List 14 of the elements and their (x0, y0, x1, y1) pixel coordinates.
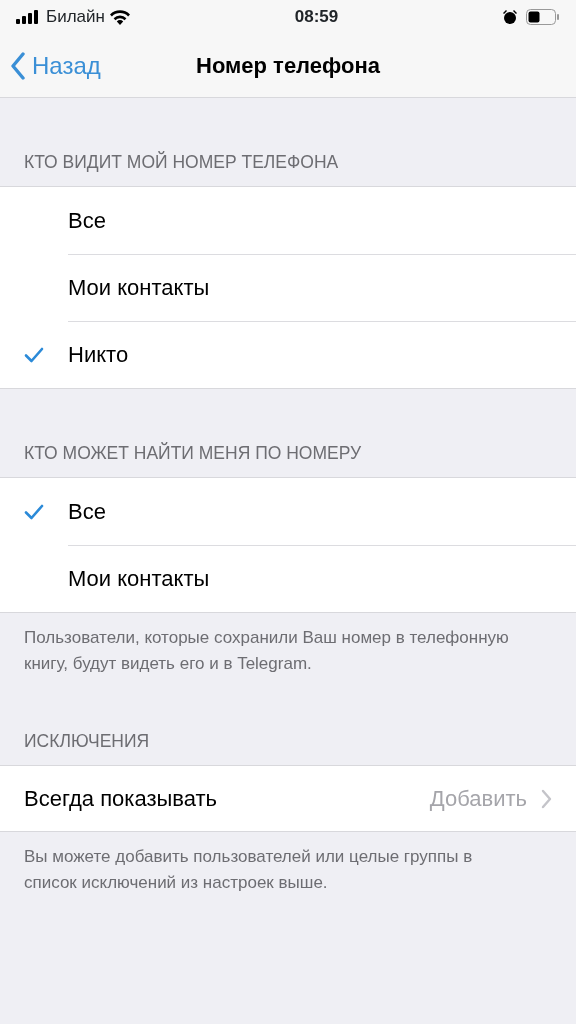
clock-time: 08:59 (294, 7, 339, 27)
section-header: КТО МОЖЕТ НАЙТИ МЕНЯ ПО НОМЕРУ (23, 441, 363, 465)
alarm-icon (502, 9, 518, 25)
carrier-name: Билайн (46, 6, 105, 29)
row-label: Всегда показывать (24, 785, 217, 813)
section-header: ИСКЛЮЧЕНИЯ (23, 730, 151, 753)
section-footer: Пользователи, которые сохранили Ваш номер в телефонную книгу, будут видеть его и в Telegram. (0, 613, 576, 677)
section-header: КТО ВИДИТ МОЙ НОМЕР ТЕЛЕФОНА (23, 150, 340, 174)
battery-icon (526, 9, 560, 25)
chevron-right-icon (541, 788, 552, 809)
page-title: Номер телефона (196, 52, 380, 80)
wifi-icon (108, 9, 131, 25)
back-chevron-icon (10, 51, 26, 80)
section-footer: Вы можете добавить пользователей или целые группы в список исключений из настроек выше. (0, 832, 576, 896)
